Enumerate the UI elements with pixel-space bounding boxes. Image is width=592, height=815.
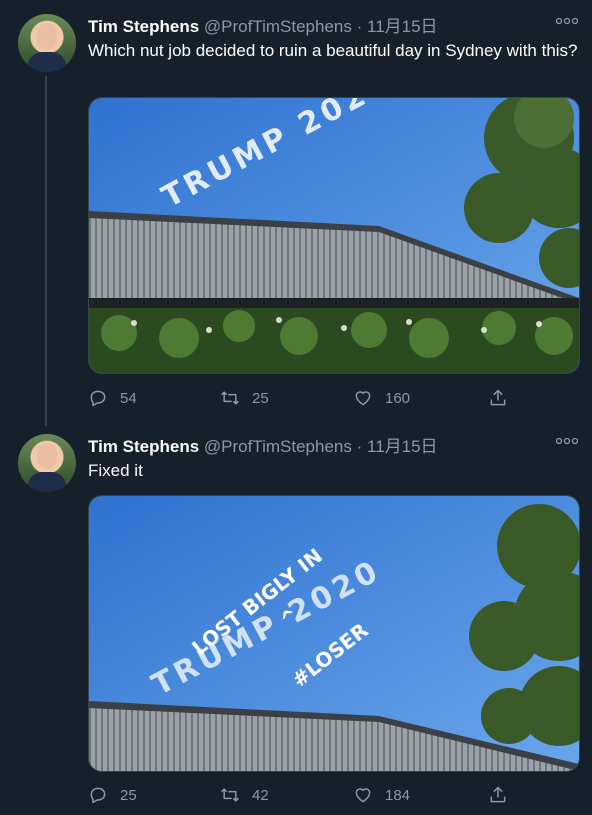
avatar[interactable] (18, 14, 76, 72)
share-icon (490, 786, 506, 803)
more-icon[interactable] (555, 14, 579, 28)
tweet-text: Fixed it (88, 461, 143, 480)
tweet-actions: 54 25 160 (88, 388, 578, 412)
like-button[interactable]: 160 (353, 388, 410, 408)
retweet-button[interactable]: 25 (220, 388, 269, 408)
author-name[interactable]: Tim Stephens (88, 17, 199, 36)
avatar[interactable] (18, 434, 76, 492)
retweet-button[interactable]: 42 (220, 785, 269, 805)
tweet-actions: 25 42 184 (88, 785, 578, 809)
like-icon (355, 391, 371, 406)
separator: · (356, 17, 363, 36)
more-icon[interactable] (555, 434, 579, 448)
reply-icon (90, 787, 106, 804)
retweet-icon (221, 391, 239, 405)
tweet-text: Which nut job decided to ruin a beautifu… (88, 41, 578, 60)
tweet-header: Tim Stephens @ProfTimStephens · 11月15日 (88, 12, 438, 37)
author-handle[interactable]: @ProfTimStephens (204, 17, 352, 36)
author-handle[interactable]: @ProfTimStephens (204, 437, 352, 456)
thread-connector-line (45, 76, 47, 426)
author-name[interactable]: Tim Stephens (88, 437, 199, 456)
like-icon (355, 788, 371, 803)
retweet-count: 42 (252, 786, 269, 804)
share-button[interactable] (488, 785, 520, 805)
tweet-image[interactable]: TRUMP 2020 LOST BIGLY IN ^ #LOSER (88, 495, 580, 772)
reply-count: 25 (120, 786, 137, 804)
retweet-count: 25 (252, 389, 269, 407)
tweet-date[interactable]: 11月15日 (367, 437, 438, 456)
reply-button[interactable]: 25 (88, 785, 137, 805)
reply-button[interactable]: 54 (88, 388, 137, 408)
tweet-image[interactable]: TRUMP 2020 (88, 97, 580, 374)
like-button[interactable]: 184 (353, 785, 410, 805)
tweet-header: Tim Stephens @ProfTimStephens · 11月15日 (88, 432, 438, 457)
reply-icon (90, 390, 106, 407)
like-count: 184 (385, 786, 411, 804)
like-count: 160 (385, 389, 411, 407)
share-button[interactable] (488, 388, 520, 408)
separator: · (356, 437, 363, 456)
reply-count: 54 (120, 389, 137, 407)
tweet-date[interactable]: 11月15日 (367, 17, 438, 36)
retweet-icon (221, 788, 239, 802)
share-icon (490, 389, 506, 406)
